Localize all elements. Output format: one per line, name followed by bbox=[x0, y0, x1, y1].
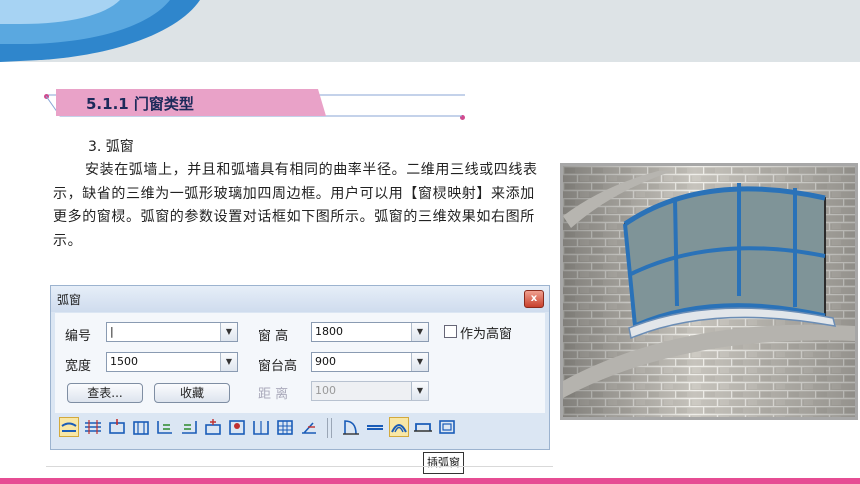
sub-heading: 3. 弧窗 bbox=[88, 139, 134, 155]
distance-label: 距 离 bbox=[258, 387, 289, 402]
width-label: 宽度 bbox=[65, 359, 92, 374]
window-height-combo[interactable]: 1800 ▼ bbox=[311, 322, 429, 342]
chevron-down-icon[interactable]: ▼ bbox=[411, 323, 428, 341]
insert-free-icon[interactable] bbox=[59, 417, 79, 437]
distance-value: 100 bbox=[315, 384, 336, 397]
arc-window-icon[interactable] bbox=[389, 417, 409, 437]
toolbar-separator bbox=[327, 418, 328, 438]
insert-midpoint-icon[interactable] bbox=[107, 417, 127, 437]
insert-toolbar bbox=[55, 415, 545, 445]
close-button[interactable]: x bbox=[524, 290, 544, 308]
width-value: 1500 bbox=[110, 355, 138, 368]
chevron-down-icon[interactable]: ▼ bbox=[220, 323, 237, 341]
sill-height-value: 900 bbox=[315, 355, 336, 368]
bay-window-icon[interactable] bbox=[413, 417, 433, 437]
high-window-checkbox[interactable] bbox=[444, 325, 457, 338]
chevron-down-icon: ▼ bbox=[411, 382, 428, 400]
divider-line bbox=[46, 466, 553, 467]
lookup-button[interactable]: 查表... bbox=[67, 383, 143, 403]
section-title: 5.1.1 门窗类型 bbox=[86, 95, 194, 113]
arc-window-illustration bbox=[563, 166, 855, 417]
window-type-icon[interactable] bbox=[365, 417, 385, 437]
arc-window-dialog: 弧窗 x 编号 | ▼ 宽度 1500 ▼ 窗 高 1800 ▼ 窗台高 900… bbox=[50, 285, 550, 450]
footer-bar bbox=[0, 478, 860, 484]
dialog-title: 弧窗 bbox=[57, 293, 82, 307]
window-height-label: 窗 高 bbox=[258, 329, 289, 344]
insert-multi-icon[interactable] bbox=[275, 417, 295, 437]
insert-equal-icon[interactable] bbox=[131, 417, 151, 437]
sill-height-label: 窗台高 bbox=[258, 359, 298, 374]
toolbar-separator bbox=[331, 418, 332, 438]
chevron-down-icon[interactable]: ▼ bbox=[411, 353, 428, 371]
number-combo[interactable]: | ▼ bbox=[106, 322, 238, 342]
insert-angle-icon[interactable] bbox=[299, 417, 319, 437]
arc-window-3d-image bbox=[560, 163, 858, 420]
insert-axis-icon[interactable] bbox=[203, 417, 223, 437]
wave-decoration bbox=[0, 0, 200, 62]
insert-by-corner-icon[interactable] bbox=[227, 417, 247, 437]
opening-icon[interactable] bbox=[437, 417, 457, 437]
number-value: | bbox=[110, 325, 114, 338]
dialog-form: 编号 | ▼ 宽度 1500 ▼ 窗 高 1800 ▼ 窗台高 900 ▼ 距 … bbox=[55, 313, 545, 413]
width-combo[interactable]: 1500 ▼ bbox=[106, 352, 238, 372]
insert-wall-left-icon[interactable] bbox=[155, 417, 175, 437]
distance-combo: 100 ▼ bbox=[311, 381, 429, 401]
header-banner bbox=[0, 0, 860, 62]
dialog-titlebar: 弧窗 x bbox=[51, 286, 549, 312]
insert-fill-icon[interactable] bbox=[251, 417, 271, 437]
high-window-label: 作为高窗 bbox=[460, 327, 513, 342]
sill-height-combo[interactable]: 900 ▼ bbox=[311, 352, 429, 372]
tooltip: 插弧窗 bbox=[423, 452, 464, 474]
number-label: 编号 bbox=[65, 329, 92, 344]
door-type-icon[interactable] bbox=[341, 417, 361, 437]
chevron-down-icon[interactable]: ▼ bbox=[220, 353, 237, 371]
insert-along-wall-icon[interactable] bbox=[83, 417, 103, 437]
favorite-button[interactable]: 收藏 bbox=[154, 383, 230, 403]
body-paragraph: 安装在弧墙上，并且和弧墙具有相同的曲率半径。二维用三线或四线表示，缺省的三维为一… bbox=[53, 162, 538, 249]
window-height-value: 1800 bbox=[315, 325, 343, 338]
insert-wall-right-icon[interactable] bbox=[179, 417, 199, 437]
